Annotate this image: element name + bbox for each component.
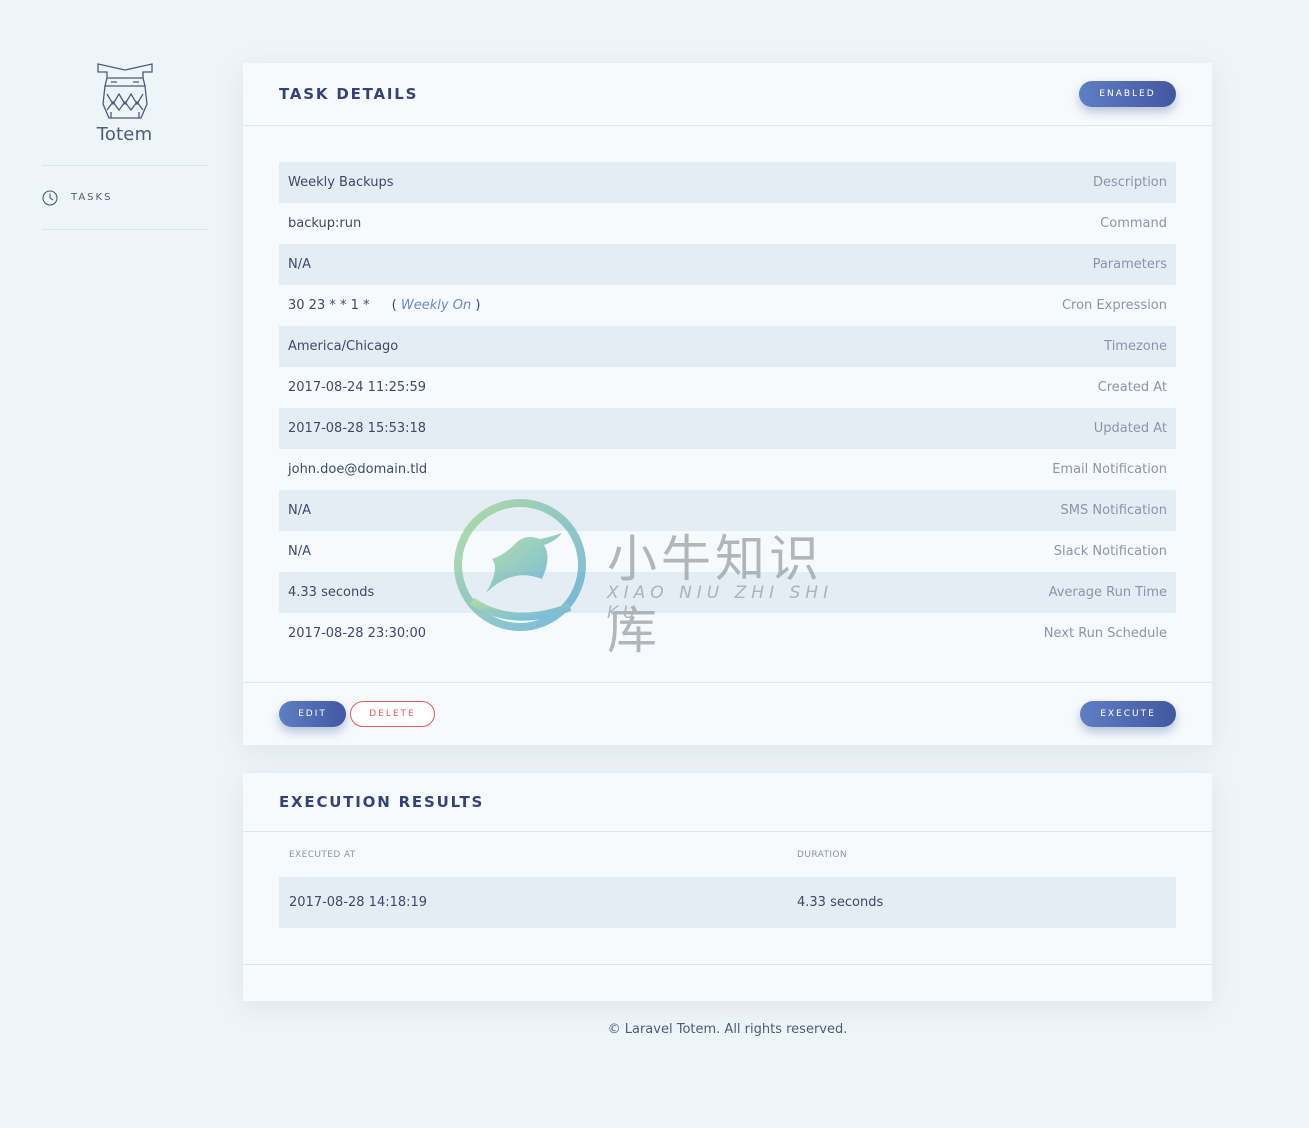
cron-human-readable: Weekly On xyxy=(400,298,472,313)
detail-value: 2017-08-28 15:53:18 xyxy=(288,421,427,436)
detail-value: 30 23 * * 1 * xyxy=(288,298,370,313)
detail-value: john.doe@domain.tld xyxy=(288,462,428,477)
edit-button[interactable]: EDIT xyxy=(279,701,346,727)
detail-value: Weekly Backups xyxy=(288,175,394,190)
totem-logo-icon xyxy=(96,63,153,119)
execute-button[interactable]: EXECUTE xyxy=(1080,701,1176,727)
page-title: TASK DETAILS xyxy=(279,85,419,103)
detail-row-slack-notification: N/A Slack Notification xyxy=(279,531,1176,572)
detail-label: Average Run Time xyxy=(1048,585,1167,600)
execution-results-card: EXECUTION RESULTS EXECUTED AT DURATION 2… xyxy=(243,773,1212,1001)
detail-value: 2017-08-28 23:30:00 xyxy=(288,626,427,641)
details-table: Weekly Backups Description backup:run Co… xyxy=(243,126,1212,682)
open-paren: ( xyxy=(391,298,401,313)
detail-value: N/A xyxy=(288,257,311,272)
detail-row-updated-at: 2017-08-28 15:53:18 Updated At xyxy=(279,408,1176,449)
task-actions: EDIT DELETE xyxy=(279,701,435,727)
detail-label: Parameters xyxy=(1092,257,1167,272)
detail-value: N/A xyxy=(288,544,311,559)
detail-label: Command xyxy=(1100,216,1167,231)
detail-row-cron: 30 23 * * 1 * ( Weekly On ) Cron Express… xyxy=(279,285,1176,326)
sidebar-item-tasks[interactable]: TASKS xyxy=(42,166,207,230)
detail-label: Email Notification xyxy=(1052,462,1167,477)
brand[interactable]: Totem xyxy=(42,60,207,166)
detail-row-next-run: 2017-08-28 23:30:00 Next Run Schedule xyxy=(279,613,1176,654)
detail-label: Next Run Schedule xyxy=(1043,626,1167,641)
detail-row-parameters: N/A Parameters xyxy=(279,244,1176,285)
detail-row-created-at: 2017-08-24 11:25:59 Created At xyxy=(279,367,1176,408)
cron-value-group: 30 23 * * 1 * ( Weekly On ) xyxy=(288,298,480,313)
close-paren: ) xyxy=(471,298,481,313)
detail-label: Timezone xyxy=(1104,339,1167,354)
detail-label: Created At xyxy=(1097,380,1167,395)
status-badge[interactable]: ENABLED xyxy=(1079,81,1176,107)
results-table: EXECUTED AT DURATION 2017-08-28 14:18:19… xyxy=(243,832,1212,965)
detail-label: Updated At xyxy=(1093,421,1167,436)
table-row: 2017-08-28 14:18:19 4.33 seconds xyxy=(279,877,1176,928)
detail-label: Slack Notification xyxy=(1053,544,1167,559)
detail-value: backup:run xyxy=(288,216,362,231)
results-footer xyxy=(243,965,1212,1001)
detail-value: N/A xyxy=(288,503,311,518)
table-header: EXECUTED AT DURATION xyxy=(279,832,1176,877)
task-details-card: TASK DETAILS ENABLED Weekly Backups Desc… xyxy=(243,63,1212,745)
detail-row-sms-notification: N/A SMS Notification xyxy=(279,490,1176,531)
cell-executed-at: 2017-08-28 14:18:19 xyxy=(289,895,428,910)
detail-label: Description xyxy=(1092,175,1167,190)
detail-row-command: backup:run Command xyxy=(279,203,1176,244)
delete-button[interactable]: DELETE xyxy=(350,701,435,727)
detail-value: America/Chicago xyxy=(288,339,399,354)
cell-duration: 4.33 seconds xyxy=(797,895,884,910)
detail-label: SMS Notification xyxy=(1060,503,1167,518)
detail-row-description: Weekly Backups Description xyxy=(279,162,1176,203)
detail-label: Cron Expression xyxy=(1061,298,1167,313)
column-header-executed-at[interactable]: EXECUTED AT xyxy=(279,850,797,860)
column-header-duration[interactable]: DURATION xyxy=(797,850,1176,860)
task-details-footer: EDIT DELETE EXECUTE xyxy=(243,682,1212,745)
brand-name: Totem xyxy=(96,124,153,145)
detail-value: 4.33 seconds xyxy=(288,585,375,600)
detail-row-email-notification: john.doe@domain.tld Email Notification xyxy=(279,449,1176,490)
detail-value: 2017-08-24 11:25:59 xyxy=(288,380,427,395)
detail-row-average-run-time: 4.33 seconds Average Run Time xyxy=(279,572,1176,613)
copyright: © Laravel Totem. All rights reserved. xyxy=(607,1022,848,1037)
section-title: EXECUTION RESULTS xyxy=(279,793,485,811)
sidebar-item-label: TASKS xyxy=(71,192,113,203)
sidebar: Totem TASKS xyxy=(42,60,207,230)
execution-results-header: EXECUTION RESULTS xyxy=(243,773,1212,832)
detail-row-timezone: America/Chicago Timezone xyxy=(279,326,1176,367)
clock-icon xyxy=(42,189,58,206)
task-details-header: TASK DETAILS ENABLED xyxy=(243,63,1212,126)
